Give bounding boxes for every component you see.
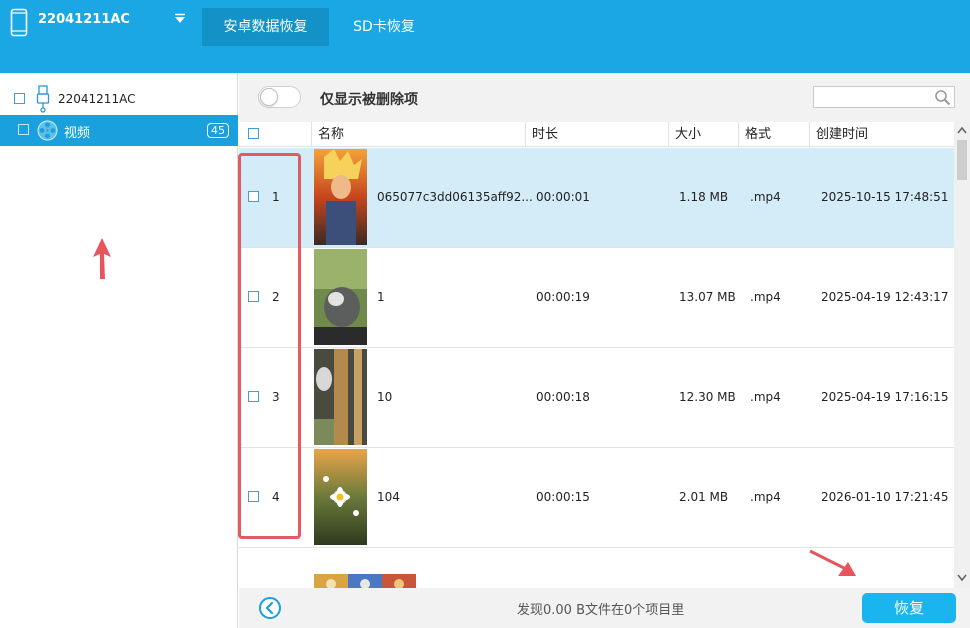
scroll-up-icon[interactable] bbox=[957, 126, 967, 134]
search-input[interactable] bbox=[813, 86, 955, 108]
video-thumbnail[interactable] bbox=[314, 349, 367, 445]
row-size: 2.01 MB bbox=[679, 490, 729, 504]
row-created: 2025-04-19 17:16:15 bbox=[821, 390, 949, 404]
row-created: 2026-01-10 17:21:45 bbox=[821, 490, 949, 504]
annotation-arrow-diagonal-icon bbox=[809, 549, 856, 576]
app-header: 22041211AC 安卓数据恢复 SD卡恢复 bbox=[0, 0, 970, 73]
header-size[interactable]: 大小 bbox=[669, 122, 739, 147]
row-duration: 00:00:01 bbox=[536, 190, 590, 204]
phone-icon[interactable] bbox=[10, 8, 28, 37]
row-size: 13.07 MB bbox=[679, 290, 736, 304]
video-thumbnail[interactable] bbox=[314, 249, 367, 345]
usb-icon bbox=[36, 85, 50, 113]
tab-android-recovery[interactable]: 安卓数据恢复 bbox=[202, 8, 329, 46]
row-size: 12.30 MB bbox=[679, 390, 736, 404]
film-reel-icon bbox=[37, 120, 58, 141]
video-thumbnail[interactable] bbox=[314, 149, 367, 245]
table-scrollbar[interactable] bbox=[954, 122, 970, 588]
footer-bar: 发现0.00 B文件在0个项目里 恢复 bbox=[239, 588, 970, 628]
row-name: 065077c3dd06135aff92... bbox=[377, 190, 533, 204]
scroll-down-icon[interactable] bbox=[957, 574, 967, 582]
table-row[interactable]: 3 10 00:00:18 12.30 MB .mp4 2025-04-19 1… bbox=[239, 348, 954, 448]
sidebar: 22041211AC 视频 45 bbox=[0, 73, 238, 628]
table-row[interactable]: 1 065077c3dd06135aff92... 00:00:01 1.18 … bbox=[239, 148, 954, 248]
table-row[interactable]: 4 104 00:00:15 2.01 MB .mp4 2026-01-10 1… bbox=[239, 448, 954, 548]
sidebar-video-label: 视频 bbox=[64, 126, 91, 141]
table-header: 名称 时长 大小 格式 创建时间 bbox=[239, 122, 954, 147]
header-format[interactable]: 格式 bbox=[739, 122, 810, 147]
recover-button[interactable]: 恢复 bbox=[862, 593, 956, 623]
tab-sd-recovery[interactable]: SD卡恢复 bbox=[340, 8, 428, 46]
file-table: 名称 时长 大小 格式 创建时间 1 065077c3dd06135aff92.… bbox=[239, 122, 954, 588]
back-icon[interactable] bbox=[258, 596, 282, 620]
row-size: 1.18 MB bbox=[679, 190, 729, 204]
row-duration: 00:00:18 bbox=[536, 390, 590, 404]
row-format: .mp4 bbox=[750, 290, 781, 304]
video-thumbnail[interactable] bbox=[314, 449, 367, 545]
video-thumbnail[interactable] bbox=[314, 574, 416, 588]
sidebar-item-video[interactable]: 视频 45 bbox=[0, 115, 238, 146]
toggle-knob bbox=[260, 88, 278, 106]
header-created[interactable]: 创建时间 bbox=[810, 122, 954, 147]
row-name: 104 bbox=[377, 490, 400, 504]
dropdown-arrow-icon[interactable] bbox=[173, 12, 187, 26]
row-format: .mp4 bbox=[750, 490, 781, 504]
row-name: 10 bbox=[377, 390, 393, 404]
sidebar-device-label: 22041211AC bbox=[58, 92, 136, 106]
row-name: 1 bbox=[377, 290, 385, 304]
deleted-only-label: 仅显示被删除项 bbox=[320, 92, 418, 108]
header-duration[interactable]: 时长 bbox=[526, 122, 669, 147]
annotation-arrow-up-icon bbox=[93, 238, 111, 279]
row-duration: 00:00:19 bbox=[536, 290, 590, 304]
row-format: .mp4 bbox=[750, 190, 781, 204]
deleted-only-toggle[interactable] bbox=[258, 86, 301, 108]
header-index-cell bbox=[239, 122, 312, 147]
video-checkbox[interactable] bbox=[18, 124, 29, 135]
row-created: 2025-04-19 12:43:17 bbox=[821, 290, 949, 304]
search-icon[interactable] bbox=[934, 89, 951, 106]
device-checkbox[interactable] bbox=[14, 93, 25, 104]
row-format: .mp4 bbox=[750, 390, 781, 404]
scroll-thumb[interactable] bbox=[957, 140, 967, 180]
device-name[interactable]: 22041211AC bbox=[38, 12, 130, 27]
status-text: 发现0.00 B文件在0个项目里 bbox=[517, 603, 685, 618]
sidebar-item-device[interactable]: 22041211AC bbox=[0, 83, 238, 113]
annotation-highlight-box bbox=[238, 153, 301, 539]
video-count-badge: 45 bbox=[207, 123, 229, 138]
table-row[interactable]: 2 1 00:00:19 13.07 MB .mp4 2025-04-19 12… bbox=[239, 248, 954, 348]
row-duration: 00:00:15 bbox=[536, 490, 590, 504]
row-created: 2025-10-15 17:48:51 bbox=[821, 190, 949, 204]
filter-bar: 仅显示被删除项 bbox=[239, 73, 970, 122]
header-name[interactable]: 名称 bbox=[312, 122, 526, 147]
